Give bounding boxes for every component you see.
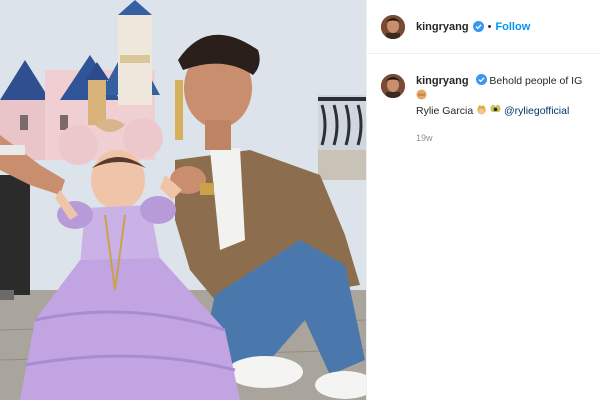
post-sidebar: kingryang • Follow kingryang Behold peop… [366, 0, 600, 400]
avatar-image [381, 14, 405, 39]
photo-scene [0, 0, 366, 400]
user-avatar[interactable] [381, 14, 405, 39]
post-timestamp[interactable]: 19w [416, 131, 586, 146]
caption: kingryang Behold people of IG Rylie Garc… [367, 54, 600, 146]
pointing-hand-emoji-icon [416, 89, 427, 100]
caption-name: Rylie Garcia [416, 105, 474, 117]
caption-text: Behold people of IG [489, 75, 583, 87]
caption-avatar[interactable] [381, 74, 405, 98]
princess-emoji-icon [477, 104, 486, 115]
verified-badge-icon [472, 21, 484, 32]
post-header: kingryang • Follow [367, 0, 600, 54]
caption-username[interactable]: kingryang [416, 75, 469, 87]
caption-avatar-image [381, 74, 405, 98]
header-username[interactable]: kingryang [416, 21, 469, 33]
follow-button[interactable]: Follow [495, 21, 530, 33]
fairy-emoji-icon [490, 104, 501, 113]
caption-verified-badge-icon [475, 74, 487, 85]
header-separator: • [487, 20, 492, 33]
caption-mention-link[interactable]: @ryliegofficial [504, 105, 569, 117]
caption-body: kingryang Behold people of IG Rylie Garc… [416, 74, 586, 146]
post-photo[interactable] [0, 0, 366, 400]
